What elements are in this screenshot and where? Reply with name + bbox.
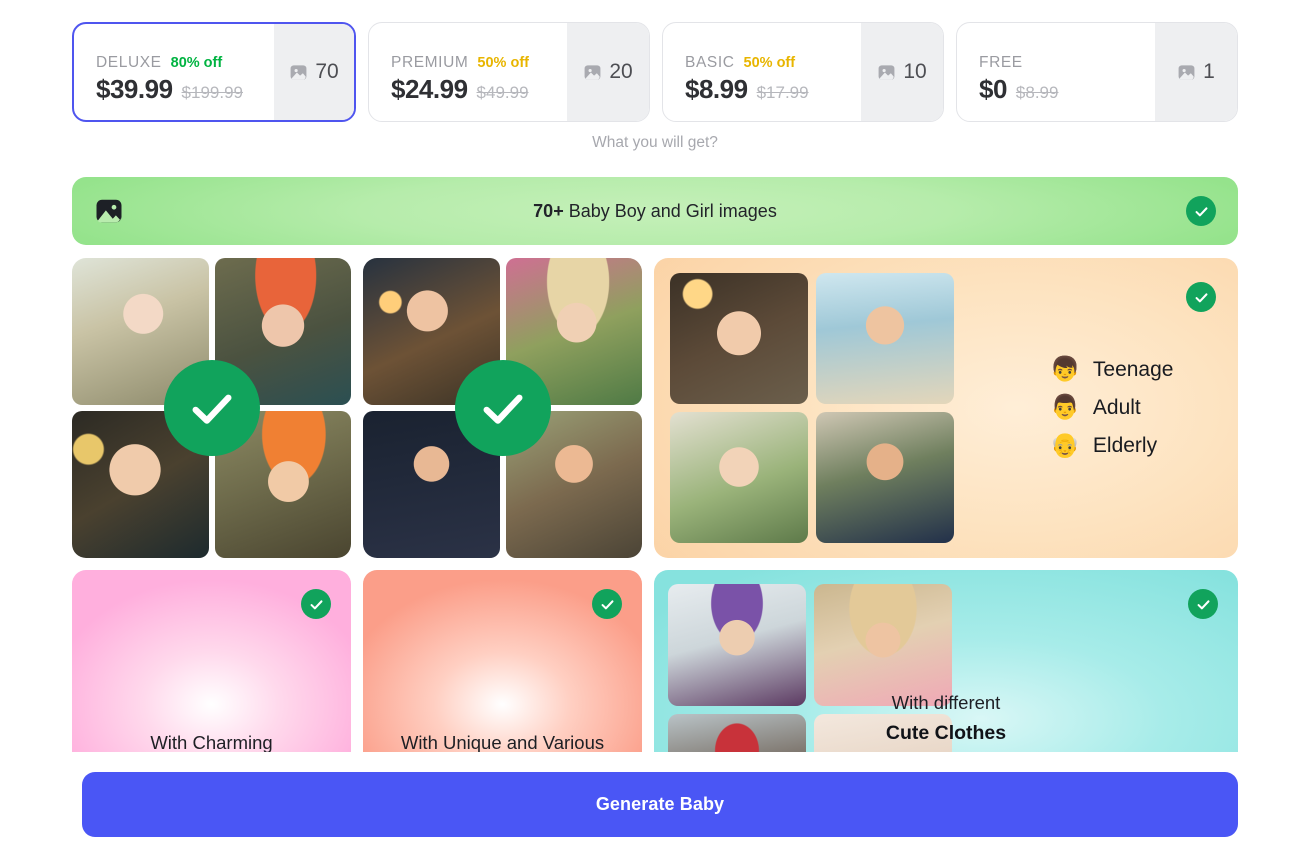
photo-thumbnail xyxy=(816,412,954,543)
plan-info: DELUXE 80% off $39.99 $199.99 xyxy=(74,24,274,120)
plan-count-value: 70 xyxy=(315,60,339,83)
section-subtitle: What you will get? xyxy=(592,134,718,151)
plan-price: $24.99 xyxy=(391,73,468,104)
plan-original-price: $8.99 xyxy=(1015,82,1059,102)
image-icon xyxy=(583,63,602,82)
adult-face-icon: 👨 xyxy=(1050,394,1080,421)
plan-price: $8.99 xyxy=(685,73,748,104)
plan-count-value: 20 xyxy=(609,60,633,83)
plan-discount-badge: 50% off xyxy=(743,54,796,71)
check-icon xyxy=(592,589,622,619)
plan-price: $0 xyxy=(979,73,1007,104)
photo-thumbnail xyxy=(670,412,808,543)
kids-photo-grid-card[interactable] xyxy=(72,258,351,558)
plan-header: PREMIUM 50% off xyxy=(391,54,567,72)
feature-row-top: 👦 Teenage 👨 Adult 👴 Elderly xyxy=(72,258,1238,558)
card-caption-top: With Unique and Various xyxy=(400,732,605,752)
plan-image-count: 20 xyxy=(567,23,649,121)
age-range-card[interactable]: 👦 Teenage 👨 Adult 👴 Elderly xyxy=(654,258,1238,558)
image-icon xyxy=(289,63,308,82)
plan-price-row: $0 $8.99 xyxy=(979,74,1155,105)
age-photo-grid xyxy=(670,273,954,543)
plan-card-free[interactable]: FREE $0 $8.99 1 xyxy=(956,22,1238,122)
baby-images-banner[interactable]: 70+ Baby Boy and Girl images xyxy=(72,177,1238,245)
plan-header: FREE xyxy=(979,54,1155,72)
card-caption-bottom: Cute Clothes xyxy=(885,722,1007,744)
generate-baby-button[interactable]: Generate Baby xyxy=(82,772,1238,837)
plan-image-count: 10 xyxy=(861,23,943,121)
banner-label: 70+ Baby Boy and Girl images xyxy=(124,201,1186,222)
plan-count-value: 10 xyxy=(903,60,927,83)
teenage-face-icon: 👦 xyxy=(1050,356,1080,383)
plan-info: BASIC 50% off $8.99 $17.99 xyxy=(663,23,861,121)
image-icon xyxy=(1177,63,1196,82)
check-icon xyxy=(163,360,260,456)
card-caption-top: With different xyxy=(891,692,1001,713)
age-option-label: Adult xyxy=(1092,396,1141,419)
plan-header: DELUXE 80% off xyxy=(96,54,274,72)
age-option-teenage[interactable]: 👦 Teenage xyxy=(1050,358,1173,382)
photo-thumbnail xyxy=(816,273,954,404)
plan-image-count: 1 xyxy=(1155,23,1237,121)
age-option-label: Teenage xyxy=(1092,358,1174,381)
plan-count-value: 1 xyxy=(1203,60,1215,83)
plan-price-row: $39.99 $199.99 xyxy=(96,74,274,105)
plan-name: BASIC xyxy=(685,53,735,71)
plan-card-deluxe[interactable]: DELUXE 80% off $39.99 $199.99 70 xyxy=(72,22,356,122)
age-option-label: Elderly xyxy=(1092,434,1158,457)
plan-price-row: $24.99 $49.99 xyxy=(391,74,567,105)
age-option-adult[interactable]: 👨 Adult xyxy=(1050,396,1173,420)
check-icon xyxy=(1186,196,1216,226)
photo-thumbnail xyxy=(670,273,808,404)
plan-name: DELUXE xyxy=(96,53,162,71)
check-icon xyxy=(301,589,331,619)
feature-row-bottom: With Charming Facial Expressions With Un… xyxy=(72,570,1238,752)
banner-description: Baby Boy and Girl images xyxy=(563,200,777,221)
plan-original-price: $199.99 xyxy=(181,82,243,102)
check-icon xyxy=(454,360,551,456)
cute-clothes-card[interactable]: With different Cute Clothes xyxy=(654,570,1238,752)
image-icon xyxy=(877,63,896,82)
environments-card[interactable]: With Unique and Various Environments xyxy=(363,570,642,752)
paywall-screen: DELUXE 80% off $39.99 $199.99 70 PREMIUM… xyxy=(0,0,1310,848)
plan-name: PREMIUM xyxy=(391,53,469,71)
image-icon xyxy=(94,196,124,226)
check-icon xyxy=(1186,282,1216,312)
plan-header: BASIC 50% off xyxy=(685,54,861,72)
adults-photo-grid-card[interactable] xyxy=(363,258,642,558)
check-icon xyxy=(1188,589,1218,619)
plan-image-count: 70 xyxy=(274,24,354,120)
clothes-caption: With different Cute Clothes xyxy=(654,688,1238,748)
plan-original-price: $49.99 xyxy=(476,82,529,102)
plan-card-basic[interactable]: BASIC 50% off $8.99 $17.99 10 xyxy=(662,22,944,122)
age-option-list: 👦 Teenage 👨 Adult 👴 Elderly xyxy=(1050,358,1173,458)
card-caption-top: With Charming xyxy=(150,732,273,752)
plan-card-premium[interactable]: PREMIUM 50% off $24.99 $49.99 20 xyxy=(368,22,650,122)
plan-discount-badge: 50% off xyxy=(477,54,529,71)
plan-price: $39.99 xyxy=(96,73,173,104)
age-option-elderly[interactable]: 👴 Elderly xyxy=(1050,434,1173,458)
plan-info: PREMIUM 50% off $24.99 $49.99 xyxy=(369,23,567,121)
plan-price-row: $8.99 $17.99 xyxy=(685,74,861,105)
plan-name: FREE xyxy=(979,53,1023,71)
banner-count: 70+ xyxy=(533,200,564,221)
facial-expressions-card[interactable]: With Charming Facial Expressions xyxy=(72,570,351,752)
plan-discount-badge: 80% off xyxy=(170,54,223,71)
plan-info: FREE $0 $8.99 xyxy=(957,23,1155,121)
pricing-plan-list: DELUXE 80% off $39.99 $199.99 70 PREMIUM… xyxy=(72,22,1238,122)
plan-original-price: $17.99 xyxy=(756,82,809,102)
elderly-face-icon: 👴 xyxy=(1050,432,1080,459)
